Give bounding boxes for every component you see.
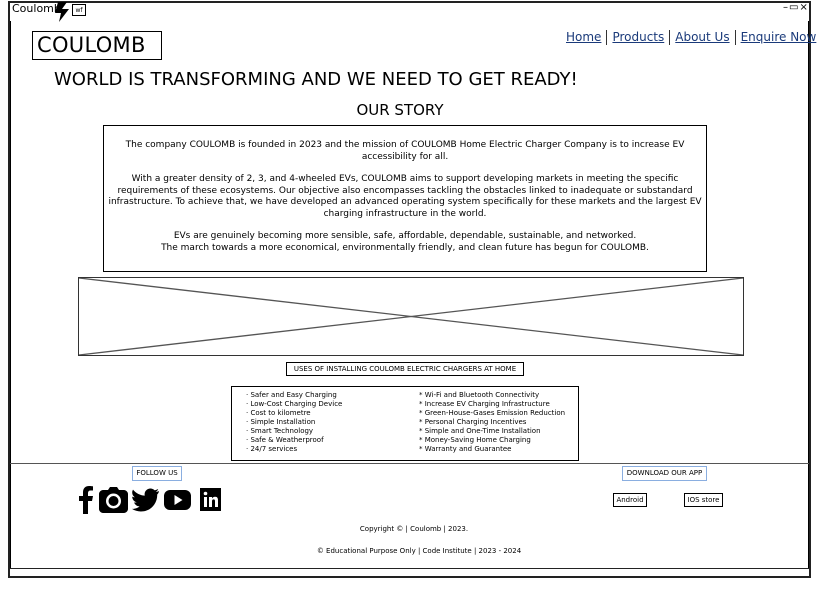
uses-title: USES OF INSTALLING COULOMB ELECTRIC CHAR…	[286, 362, 524, 376]
list-item: · 24/7 services	[246, 445, 298, 453]
nav-home-link[interactable]: Home	[566, 30, 601, 44]
list-item: · Low-Cost Charging Device	[246, 400, 343, 408]
features-box: · Safer and Easy Charging · Low-Cost Cha…	[231, 386, 579, 461]
youtube-icon[interactable]	[164, 490, 191, 514]
nav-divider	[669, 30, 671, 45]
features-left-list: · Safer and Easy Charging · Low-Cost Cha…	[246, 391, 342, 454]
hero-headline: WORLD IS TRANSFORMING AND WE NEED TO GET…	[54, 69, 578, 90]
nav-divider	[606, 30, 608, 45]
story-paragraph: With a greater density of 2, 3, and 4-wh…	[108, 174, 702, 219]
ios-store-button[interactable]: IOS store	[684, 493, 723, 507]
features-right-list: * Wi-Fi and Bluetooth Connectivity * Inc…	[419, 391, 565, 454]
bottom-divider	[10, 568, 809, 569]
window-controls[interactable]: –▭×	[783, 2, 809, 13]
list-item: * Wi-Fi and Bluetooth Connectivity	[419, 391, 540, 399]
list-item: · Smart Technology	[246, 427, 314, 435]
list-item: · Cost to kilometre	[246, 409, 311, 417]
image-placeholder	[78, 277, 744, 356]
list-item: · Safer and Easy Charging	[246, 391, 337, 399]
linkedin-icon[interactable]	[200, 488, 221, 515]
story-box: The company COULOMB is founded in 2023 a…	[103, 125, 707, 272]
section-title: OUR STORY	[356, 101, 444, 119]
list-item: * Simple and One-Time Installation	[419, 427, 541, 435]
nav-divider	[734, 30, 736, 45]
download-app-label: DOWNLOAD OUR APP	[622, 466, 707, 481]
list-item: * Increase EV Charging Infrastructure	[419, 400, 550, 408]
twitter-icon[interactable]	[132, 488, 159, 516]
list-item: * Warranty and Guarantee	[419, 445, 512, 453]
list-item: * Personal Charging Incentives	[419, 418, 527, 426]
wireframe-badge-icon: wf	[72, 4, 86, 16]
android-button[interactable]: Android	[613, 493, 647, 507]
list-item: * Green-House-Gases Emission Reduction	[419, 409, 566, 417]
image-placeholder-cross-icon	[79, 278, 743, 355]
facebook-icon[interactable]	[78, 486, 94, 518]
educational-note: © Educational Purpose Only | Code Instit…	[316, 547, 522, 555]
nav-about-link[interactable]: About Us	[675, 30, 729, 44]
story-paragraph: The march towards a more economical, env…	[161, 242, 649, 253]
list-item: · Safe & Weatherproof	[246, 436, 324, 444]
list-item: * Money-Saving Home Charging	[419, 436, 531, 444]
copyright-text: Copyright © | Coulomb | 2023.	[359, 525, 469, 533]
instagram-icon[interactable]	[99, 487, 128, 517]
footer-divider	[10, 463, 809, 464]
nav-enquire-link[interactable]: Enquire Now	[741, 30, 817, 44]
main-nav: Home Products About Us Enquire Now	[566, 29, 816, 45]
nav-products-link[interactable]: Products	[612, 30, 664, 44]
story-paragraph: The company COULOMB is founded in 2023 a…	[125, 140, 685, 162]
follow-us-label: FOLLOW US	[132, 466, 182, 481]
list-item: · Simple Installation	[246, 418, 316, 426]
site-logo[interactable]: COULOMB	[32, 31, 162, 60]
story-paragraph: EVs are genuinely becoming more sensible…	[173, 231, 637, 241]
